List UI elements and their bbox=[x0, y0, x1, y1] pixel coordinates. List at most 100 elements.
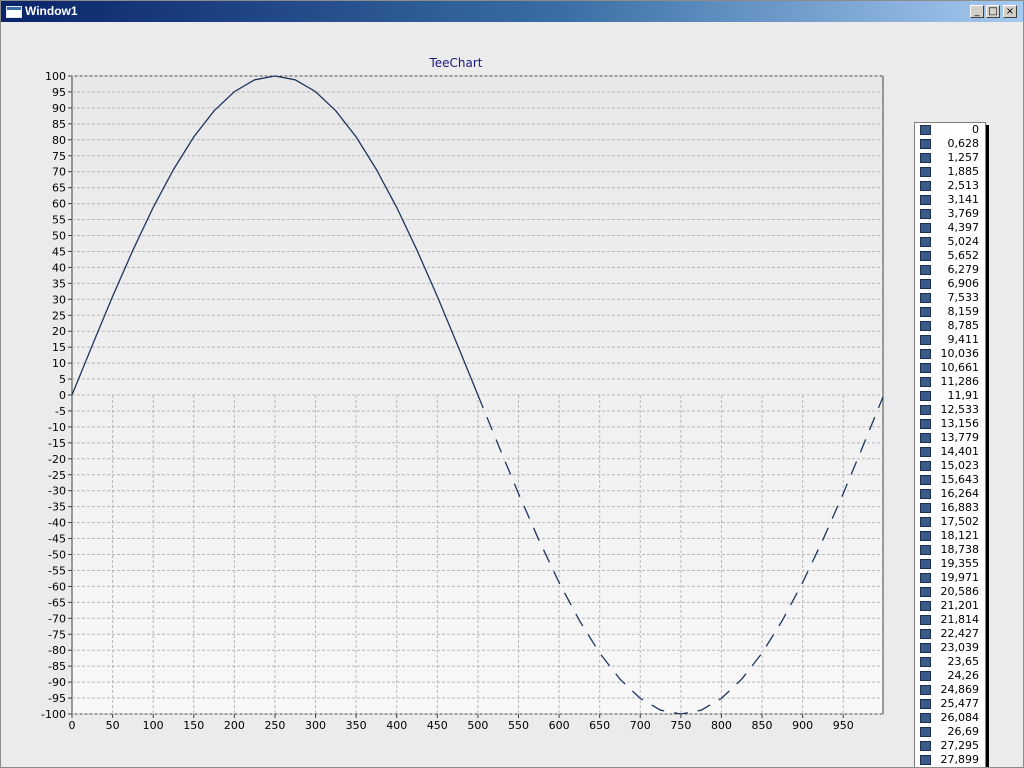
legend-swatch bbox=[920, 251, 931, 261]
y-tick-label-38: -90 bbox=[48, 676, 66, 689]
x-tick-label-12: 600 bbox=[549, 719, 570, 732]
legend-item[interactable]: 19,355 bbox=[915, 557, 985, 571]
legend-item[interactable]: 11,91 bbox=[915, 389, 985, 403]
y-tick-label-16: 20 bbox=[52, 325, 66, 338]
legend-item[interactable]: 14,401 bbox=[915, 445, 985, 459]
legend-item[interactable]: 12,533 bbox=[915, 403, 985, 417]
legend-item[interactable]: 27,295 bbox=[915, 739, 985, 753]
legend-item[interactable]: 11,286 bbox=[915, 375, 985, 389]
legend-item[interactable]: 22,427 bbox=[915, 627, 985, 641]
legend-item[interactable]: 15,643 bbox=[915, 473, 985, 487]
legend-swatch bbox=[920, 657, 931, 667]
legend-item[interactable]: 6,906 bbox=[915, 277, 985, 291]
legend-item[interactable]: 6,279 bbox=[915, 263, 985, 277]
legend-swatch bbox=[920, 517, 931, 527]
y-tick-label-10: 50 bbox=[52, 230, 66, 243]
legend-label: 5,024 bbox=[947, 235, 980, 248]
legend-item[interactable]: 18,738 bbox=[915, 543, 985, 557]
x-tick-label-17: 850 bbox=[752, 719, 773, 732]
legend-item[interactable]: 13,156 bbox=[915, 417, 985, 431]
legend-item[interactable]: 26,084 bbox=[915, 711, 985, 725]
legend-item[interactable]: 0,628 bbox=[915, 137, 985, 151]
legend-item[interactable]: 3,769 bbox=[915, 207, 985, 221]
legend-item[interactable]: 24,26 bbox=[915, 669, 985, 683]
legend-swatch bbox=[920, 279, 931, 289]
legend-item[interactable]: 1,257 bbox=[915, 151, 985, 165]
y-tick-label-4: 80 bbox=[52, 134, 66, 147]
x-tick-label-16: 800 bbox=[711, 719, 732, 732]
legend-swatch bbox=[920, 167, 931, 177]
legend-label: 21,814 bbox=[940, 613, 980, 626]
x-tick-label-1: 50 bbox=[106, 719, 120, 732]
legend-label: 2,513 bbox=[947, 179, 980, 192]
chart: TeeChart 1009590858075706560555045403530… bbox=[41, 56, 884, 732]
legend-swatch bbox=[920, 265, 931, 275]
legend-swatch bbox=[920, 391, 931, 401]
legend-item[interactable]: 0 bbox=[915, 123, 985, 137]
legend-item[interactable]: 26,69 bbox=[915, 725, 985, 739]
legend-item[interactable]: 18,121 bbox=[915, 529, 985, 543]
minimize-button[interactable]: _ bbox=[970, 5, 984, 18]
legend-swatch bbox=[920, 685, 931, 695]
legend-item[interactable]: 2,513 bbox=[915, 179, 985, 193]
legend-item[interactable]: 10,036 bbox=[915, 347, 985, 361]
legend-swatch bbox=[920, 349, 931, 359]
legend-item[interactable]: 20,586 bbox=[915, 585, 985, 599]
y-tick-label-33: -65 bbox=[48, 596, 66, 609]
legend-item[interactable]: 10,661 bbox=[915, 361, 985, 375]
legend-swatch bbox=[920, 223, 931, 233]
y-tick-label-13: 35 bbox=[52, 277, 66, 290]
title-bar[interactable]: Window1 _ □ × bbox=[1, 1, 1023, 22]
close-button[interactable]: × bbox=[1003, 5, 1017, 18]
legend-item[interactable]: 16,883 bbox=[915, 501, 985, 515]
legend-item[interactable]: 13,779 bbox=[915, 431, 985, 445]
x-tick-label-7: 350 bbox=[346, 719, 367, 732]
legend-swatch bbox=[920, 405, 931, 415]
legend-item[interactable]: 21,814 bbox=[915, 613, 985, 627]
legend-label: 19,971 bbox=[940, 571, 980, 584]
legend-item[interactable]: 9,411 bbox=[915, 333, 985, 347]
legend-swatch bbox=[920, 307, 931, 317]
legend-label: 13,779 bbox=[940, 431, 980, 444]
legend-swatch bbox=[920, 293, 931, 303]
legend-item[interactable]: 16,264 bbox=[915, 487, 985, 501]
x-tick-label-11: 550 bbox=[508, 719, 529, 732]
y-tick-label-28: -40 bbox=[48, 517, 66, 530]
y-tick-label-14: 30 bbox=[52, 293, 66, 306]
legend-label: 26,084 bbox=[940, 711, 980, 724]
legend-item[interactable]: 23,039 bbox=[915, 641, 985, 655]
legend-item[interactable]: 25,477 bbox=[915, 697, 985, 711]
legend-label: 8,785 bbox=[947, 319, 980, 332]
legend-label: 15,023 bbox=[940, 459, 980, 472]
legend-label: 6,906 bbox=[947, 277, 980, 290]
y-tick-label-32: -60 bbox=[48, 580, 66, 593]
legend-item[interactable]: 8,785 bbox=[915, 319, 985, 333]
legend-label: 27,295 bbox=[940, 739, 980, 752]
legend-item[interactable]: 1,885 bbox=[915, 165, 985, 179]
legend-swatch bbox=[920, 321, 931, 331]
y-tick-label-26: -30 bbox=[48, 485, 66, 498]
legend-item[interactable]: 19,971 bbox=[915, 571, 985, 585]
legend-item[interactable]: 8,159 bbox=[915, 305, 985, 319]
legend-item[interactable]: 7,533 bbox=[915, 291, 985, 305]
legend-item[interactable]: 3,141 bbox=[915, 193, 985, 207]
y-tick-label-2: 90 bbox=[52, 102, 66, 115]
maximize-button[interactable]: □ bbox=[986, 5, 1000, 18]
y-tick-label-21: -5 bbox=[55, 405, 66, 418]
y-tick-label-9: 55 bbox=[52, 214, 66, 227]
legend-item[interactable]: 17,502 bbox=[915, 515, 985, 529]
legend-label: 14,401 bbox=[940, 445, 980, 458]
legend-item[interactable]: 5,652 bbox=[915, 249, 985, 263]
legend-item[interactable]: 5,024 bbox=[915, 235, 985, 249]
legend-item[interactable]: 4,397 bbox=[915, 221, 985, 235]
legend-item[interactable]: 23,65 bbox=[915, 655, 985, 669]
y-tick-label-3: 85 bbox=[52, 118, 66, 131]
legend-item[interactable]: 21,201 bbox=[915, 599, 985, 613]
legend-swatch bbox=[920, 489, 931, 499]
legend-item[interactable]: 24,869 bbox=[915, 683, 985, 697]
legend-item[interactable]: 27,899 bbox=[915, 753, 985, 767]
legend-label: 1,257 bbox=[947, 151, 980, 164]
legend-label: 11,286 bbox=[940, 375, 980, 388]
x-tick-label-13: 650 bbox=[589, 719, 610, 732]
legend-item[interactable]: 15,023 bbox=[915, 459, 985, 473]
